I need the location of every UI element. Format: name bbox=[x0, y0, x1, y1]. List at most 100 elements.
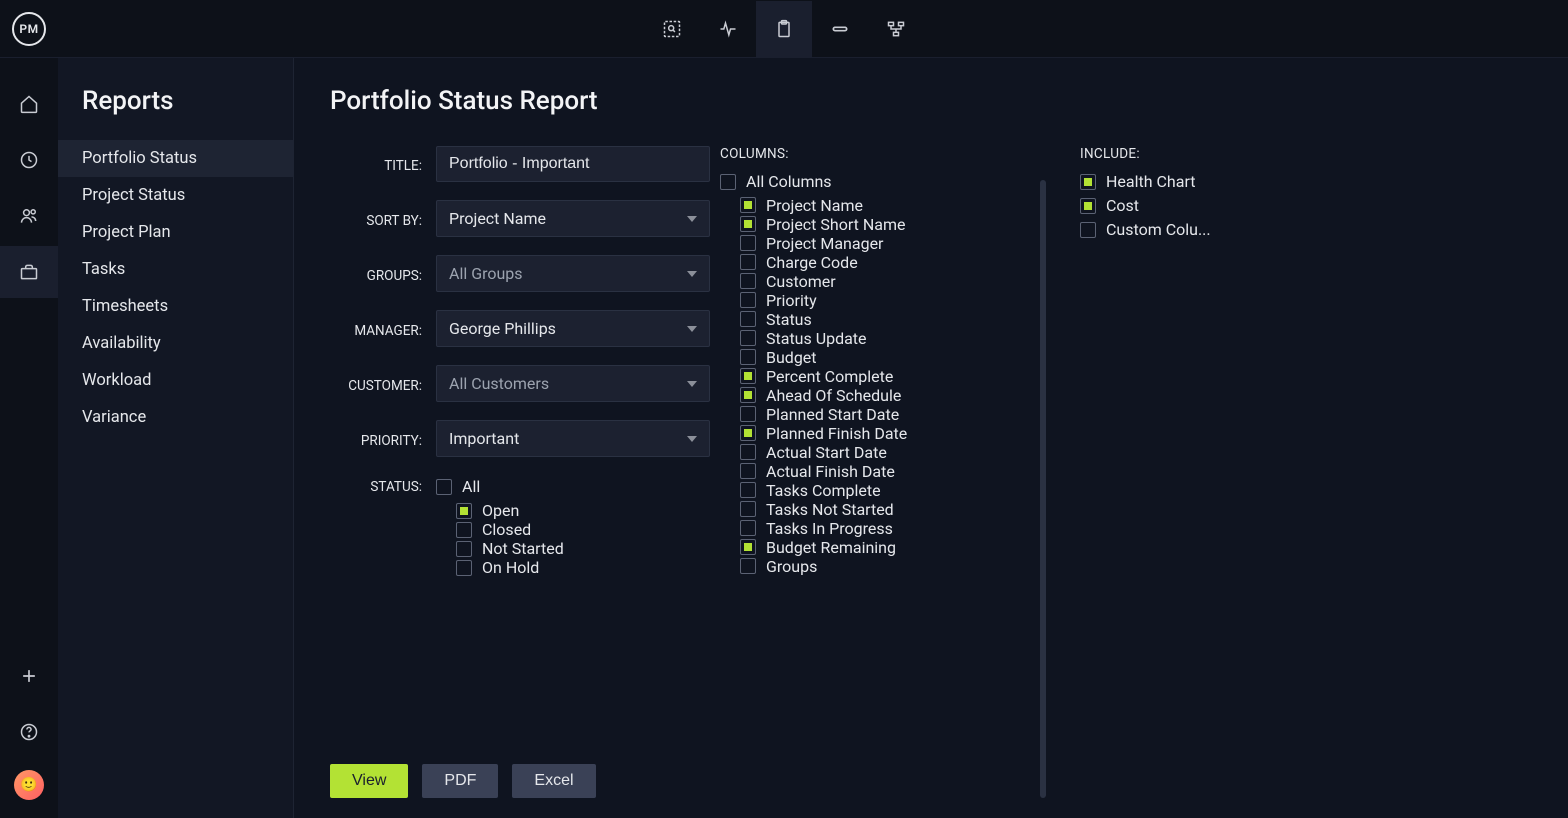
status-checkbox[interactable]: Not Started bbox=[436, 539, 710, 558]
all-columns-checkbox[interactable]: All Columns bbox=[720, 172, 1040, 191]
columns-label: COLUMNS: bbox=[720, 146, 1040, 162]
include-checkbox[interactable]: Health Chart bbox=[1080, 172, 1270, 191]
help-icon[interactable] bbox=[0, 706, 58, 758]
plus-icon[interactable] bbox=[0, 650, 58, 702]
sidebar-item[interactable]: Project Status bbox=[58, 177, 293, 214]
search-zoom-icon[interactable] bbox=[644, 1, 700, 57]
checkbox-icon bbox=[740, 406, 756, 422]
status-checkbox[interactable]: Closed bbox=[436, 520, 710, 539]
column-checkbox[interactable]: Project Short Name bbox=[720, 215, 1040, 234]
checkbox-icon bbox=[740, 273, 756, 289]
checkbox-icon bbox=[740, 387, 756, 403]
include-checkbox[interactable]: Custom Colu... bbox=[1080, 220, 1270, 239]
logo-text: PM bbox=[12, 12, 46, 46]
customer-label: CUSTOMER: bbox=[330, 374, 436, 394]
status-label: STATUS: bbox=[330, 475, 436, 495]
sidebar-item[interactable]: Portfolio Status bbox=[58, 140, 293, 177]
sort-label: SORT BY: bbox=[330, 209, 436, 229]
column-checkbox[interactable]: Planned Start Date bbox=[720, 405, 1040, 424]
column-checkbox[interactable]: Budget bbox=[720, 348, 1040, 367]
status-all-checkbox[interactable]: All bbox=[436, 477, 710, 496]
excel-button[interactable]: Excel bbox=[512, 764, 595, 798]
include-section: INCLUDE: Health Chart Cost Custom Colu... bbox=[1080, 146, 1270, 798]
include-checkbox[interactable]: Cost bbox=[1080, 196, 1270, 215]
groups-label: GROUPS: bbox=[330, 264, 436, 284]
column-checkbox[interactable]: Groups bbox=[720, 557, 1040, 576]
user-avatar[interactable]: 🙂 bbox=[14, 770, 44, 800]
column-checkbox[interactable]: Budget Remaining bbox=[720, 538, 1040, 557]
checkbox-icon bbox=[740, 330, 756, 346]
checkbox-icon bbox=[740, 463, 756, 479]
topbar: PM bbox=[0, 0, 1568, 58]
checkbox-icon bbox=[740, 539, 756, 555]
clipboard-icon[interactable] bbox=[756, 1, 812, 57]
checkbox-icon bbox=[740, 254, 756, 270]
checkbox-icon bbox=[740, 311, 756, 327]
sidebar-item[interactable]: Tasks bbox=[58, 251, 293, 288]
clock-icon[interactable] bbox=[0, 134, 58, 186]
column-checkbox[interactable]: Ahead Of Schedule bbox=[720, 386, 1040, 405]
column-checkbox[interactable]: Tasks Complete bbox=[720, 481, 1040, 500]
sidebar-title: Reports bbox=[58, 86, 293, 140]
column-checkbox[interactable]: Tasks Not Started bbox=[720, 500, 1040, 519]
checkbox-icon bbox=[1080, 174, 1096, 190]
status-checkbox[interactable]: Open bbox=[436, 501, 710, 520]
status-checkbox[interactable]: On Hold bbox=[436, 558, 710, 577]
column-checkbox[interactable]: Project Name bbox=[720, 196, 1040, 215]
column-checkbox[interactable]: Planned Finish Date bbox=[720, 424, 1040, 443]
checkbox-icon bbox=[436, 479, 452, 495]
checkbox-icon bbox=[456, 541, 472, 557]
nav-rail: 🙂 bbox=[0, 58, 58, 818]
home-icon[interactable] bbox=[0, 78, 58, 130]
column-checkbox[interactable]: Customer bbox=[720, 272, 1040, 291]
checkbox-icon bbox=[1080, 198, 1096, 214]
column-checkbox[interactable]: Status Update bbox=[720, 329, 1040, 348]
checkbox-icon bbox=[740, 235, 756, 251]
checkbox-icon bbox=[740, 349, 756, 365]
sidebar-item[interactable]: Workload bbox=[58, 362, 293, 399]
column-checkbox[interactable]: Percent Complete bbox=[720, 367, 1040, 386]
scrollbar[interactable] bbox=[1040, 180, 1046, 798]
checkbox-icon bbox=[456, 503, 472, 519]
checkbox-icon bbox=[740, 197, 756, 213]
sidebar: Reports Portfolio StatusProject StatusPr… bbox=[58, 58, 294, 818]
checkbox-icon bbox=[740, 444, 756, 460]
title-label: TITLE: bbox=[330, 154, 436, 174]
checkbox-icon bbox=[740, 520, 756, 536]
checkbox-icon bbox=[456, 522, 472, 538]
manager-label: MANAGER: bbox=[330, 319, 436, 339]
column-checkbox[interactable]: Status bbox=[720, 310, 1040, 329]
checkbox-icon bbox=[456, 560, 472, 576]
hierarchy-icon[interactable] bbox=[868, 1, 924, 57]
briefcase-icon[interactable] bbox=[0, 246, 58, 298]
checkbox-icon bbox=[740, 482, 756, 498]
link-icon[interactable] bbox=[812, 1, 868, 57]
sidebar-item[interactable]: Timesheets bbox=[58, 288, 293, 325]
checkbox-icon bbox=[740, 292, 756, 308]
checkbox-icon bbox=[740, 216, 756, 232]
column-checkbox[interactable]: Project Manager bbox=[720, 234, 1040, 253]
column-checkbox[interactable]: Actual Finish Date bbox=[720, 462, 1040, 481]
column-checkbox[interactable]: Actual Start Date bbox=[720, 443, 1040, 462]
column-checkbox[interactable]: Charge Code bbox=[720, 253, 1040, 272]
checkbox-icon bbox=[740, 501, 756, 517]
content: Portfolio Status Report TITLE: SORT BY: … bbox=[294, 58, 1568, 818]
column-checkbox[interactable]: Tasks In Progress bbox=[720, 519, 1040, 538]
activity-icon[interactable] bbox=[700, 1, 756, 57]
app-logo[interactable]: PM bbox=[0, 0, 58, 58]
checkbox-icon bbox=[1080, 222, 1096, 238]
checkbox-icon bbox=[740, 368, 756, 384]
columns-section: COLUMNS: All Columns Project NameProject… bbox=[720, 146, 1040, 798]
column-checkbox[interactable]: Priority bbox=[720, 291, 1040, 310]
checkbox-icon bbox=[740, 558, 756, 574]
page-title: Portfolio Status Report bbox=[330, 86, 1528, 116]
sidebar-item[interactable]: Project Plan bbox=[58, 214, 293, 251]
sidebar-item[interactable]: Variance bbox=[58, 399, 293, 436]
sidebar-item[interactable]: Availability bbox=[58, 325, 293, 362]
include-label: INCLUDE: bbox=[1080, 146, 1270, 162]
people-icon[interactable] bbox=[0, 190, 58, 242]
priority-label: PRIORITY: bbox=[330, 429, 436, 449]
view-button[interactable]: View bbox=[330, 764, 408, 798]
checkbox-icon bbox=[720, 174, 736, 190]
pdf-button[interactable]: PDF bbox=[422, 764, 498, 798]
